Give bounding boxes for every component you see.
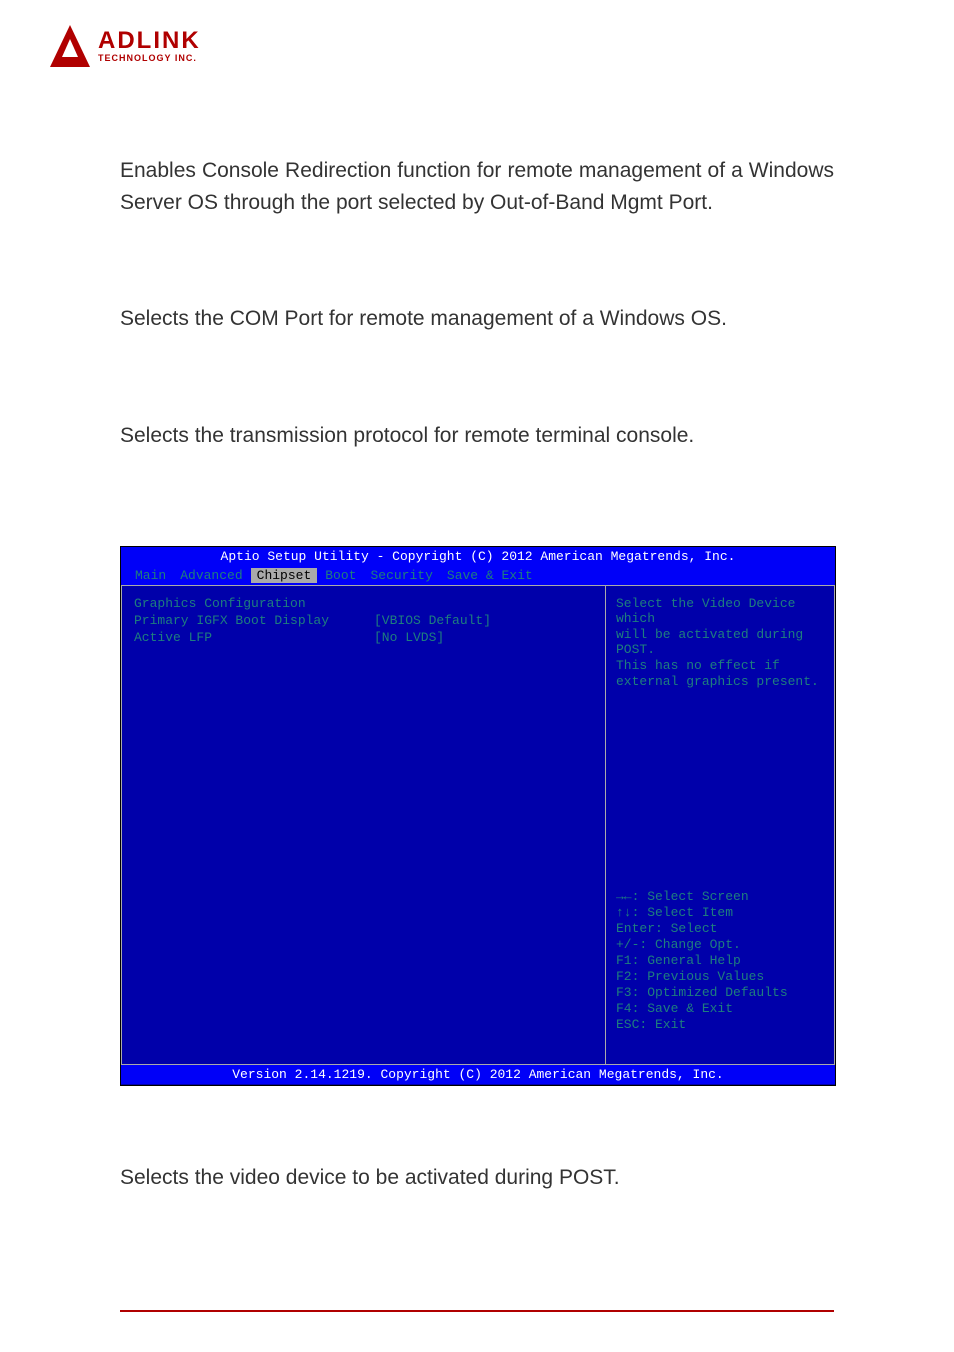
paragraph-transmission-protocol: Selects the transmission protocol for re… (120, 420, 834, 452)
paragraph-console-redirection: Enables Console Redirection function for… (120, 155, 834, 218)
logo-main-text: ADLINK (98, 29, 201, 53)
bios-help-line: external graphics present. (616, 674, 824, 689)
bios-tab-advanced[interactable]: Advanced (174, 568, 248, 583)
bios-help-key: F3: Optimized Defaults (616, 985, 824, 1000)
bios-value: [VBIOS Default] (374, 613, 491, 628)
bios-help-key: F1: General Help (616, 953, 824, 968)
bios-help-key: +/-: Change Opt. (616, 937, 824, 952)
bios-tab-save-exit[interactable]: Save & Exit (441, 568, 539, 583)
bios-tab-main[interactable]: Main (129, 568, 172, 583)
bios-label: Primary IGFX Boot Display (134, 613, 374, 628)
bios-tab-bar: Main Advanced Chipset Boot Security Save… (121, 566, 835, 585)
bios-help-line: This has no effect if (616, 658, 824, 673)
bios-row-primary-igfx[interactable]: Primary IGFX Boot Display [VBIOS Default… (134, 613, 593, 628)
bios-label: Graphics Configuration (134, 596, 374, 611)
bios-footer: Version 2.14.1219. Copyright (C) 2012 Am… (121, 1065, 835, 1084)
paragraph-video-device: Selects the video device to be activated… (120, 1166, 834, 1190)
bios-value: [No LVDS] (374, 630, 444, 645)
bios-tab-boot[interactable]: Boot (319, 568, 362, 583)
bios-help-key: F2: Previous Values (616, 969, 824, 984)
bios-body: Graphics Configuration Primary IGFX Boot… (121, 585, 835, 1065)
bios-help-key: Enter: Select (616, 921, 824, 936)
bios-help-panel: Select the Video Device which will be ac… (605, 585, 835, 1065)
footer-divider (120, 1310, 834, 1312)
bios-tab-chipset[interactable]: Chipset (251, 568, 318, 583)
logo-sub-text: TECHNOLOGY INC. (98, 53, 201, 63)
bios-help-description: Select the Video Device which will be ac… (616, 596, 824, 689)
bios-help-key: ↑↓: Select Item (616, 905, 824, 920)
bios-screenshot: Aptio Setup Utility - Copyright (C) 2012… (120, 546, 836, 1086)
bios-help-line: Select the Video Device which (616, 596, 824, 626)
adlink-logo: ADLINK TECHNOLOGY INC. (50, 25, 201, 67)
logo-triangle-icon (50, 25, 90, 67)
paragraph-com-port: Selects the COM Port for remote manageme… (120, 303, 834, 335)
bios-help-key: →←: Select Screen (616, 889, 824, 904)
bios-label: Active LFP (134, 630, 374, 645)
bios-help-keys: →←: Select Screen ↑↓: Select Item Enter:… (616, 889, 824, 1032)
bios-row-graphics-config: Graphics Configuration (134, 596, 593, 611)
bios-help-key: ESC: Exit (616, 1017, 824, 1032)
bios-help-key: F4: Save & Exit (616, 1001, 824, 1016)
bios-help-line: will be activated during POST. (616, 627, 824, 657)
page-content: Enables Console Redirection function for… (120, 155, 834, 1190)
bios-left-panel: Graphics Configuration Primary IGFX Boot… (121, 585, 605, 1065)
bios-header: Aptio Setup Utility - Copyright (C) 2012… (121, 547, 835, 566)
bios-row-active-lfp[interactable]: Active LFP [No LVDS] (134, 630, 593, 645)
bios-tab-security[interactable]: Security (364, 568, 438, 583)
